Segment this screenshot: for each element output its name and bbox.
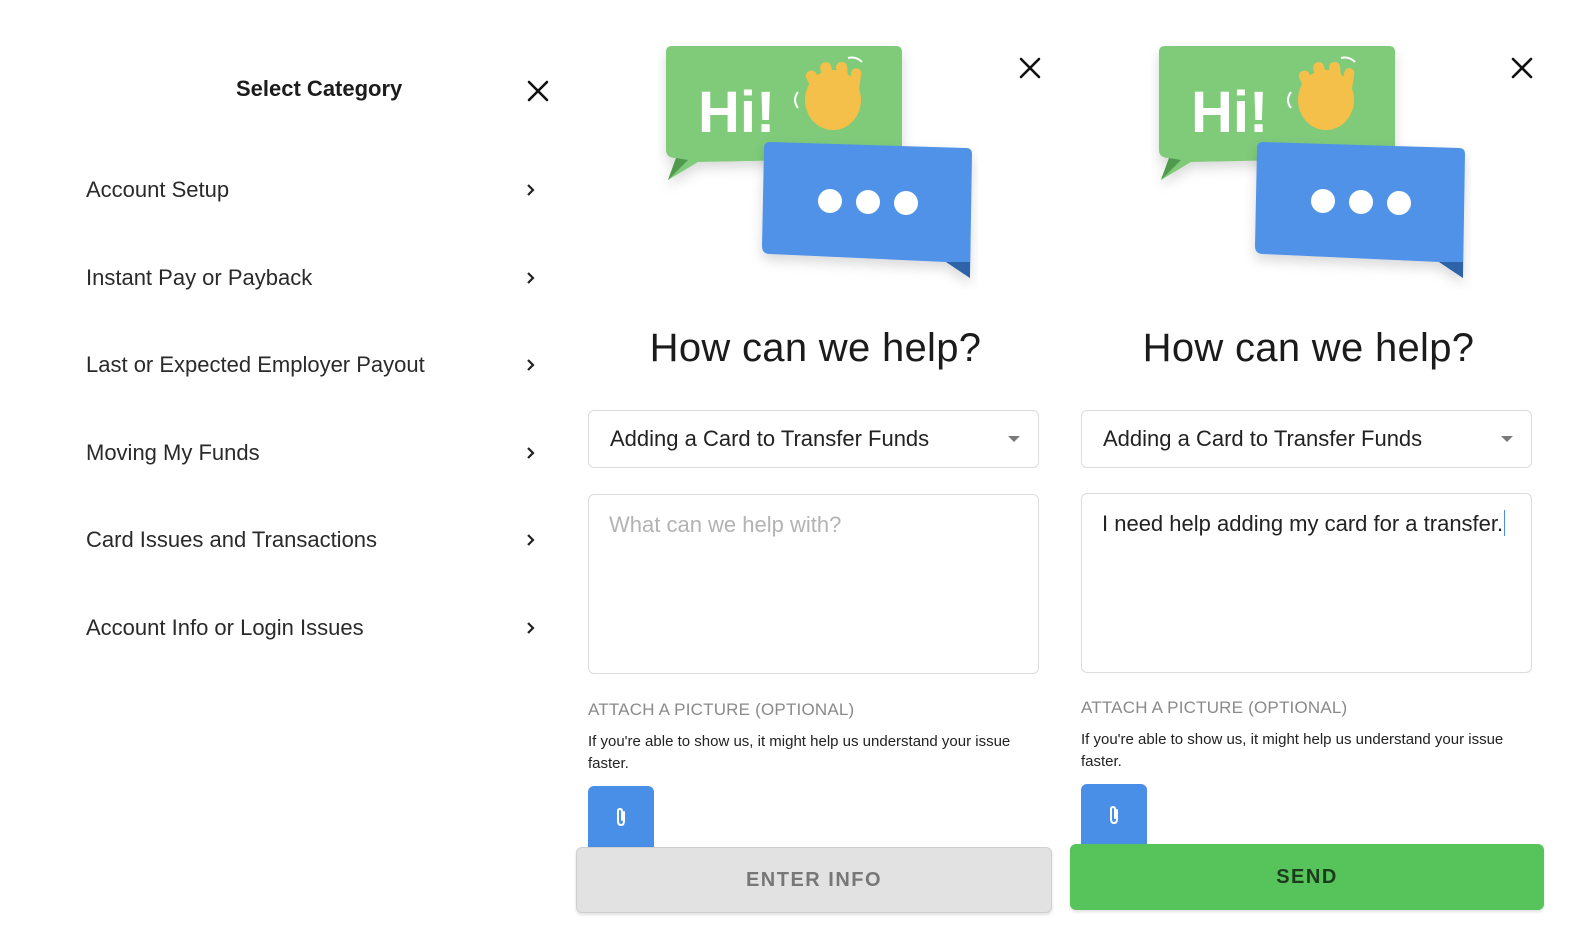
- chevron-right-icon: [527, 359, 535, 371]
- chevron-right-icon: [527, 622, 535, 634]
- attach-label: ATTACH A PICTURE (OPTIONAL): [588, 700, 855, 719]
- chevron-right-icon: [527, 184, 535, 196]
- category-item-employer-payout[interactable]: Last or Expected Employer Payout: [86, 345, 546, 385]
- close-icon[interactable]: [1510, 56, 1534, 80]
- caret-down-icon: [1008, 436, 1020, 442]
- category-item-card-issues[interactable]: Card Issues and Transactions: [86, 520, 546, 560]
- message-value: I need help adding my card for a transfe…: [1102, 511, 1504, 536]
- category-item-login-issues[interactable]: Account Info or Login Issues: [86, 608, 546, 648]
- message-input[interactable]: I need help adding my card for a transfe…: [1081, 493, 1532, 673]
- paperclip-icon: [1110, 805, 1118, 825]
- text-cursor: [1504, 510, 1506, 536]
- category-select[interactable]: Adding a Card to Transfer Funds: [1081, 410, 1532, 468]
- help-form-filled: Hi! How can we help? Adding a Card to Tr…: [1070, 0, 1561, 934]
- category-select-value: Adding a Card to Transfer Funds: [1103, 426, 1423, 451]
- chevron-right-icon: [527, 534, 535, 546]
- close-icon[interactable]: [526, 79, 550, 103]
- category-item-label: Account Info or Login Issues: [86, 615, 364, 640]
- category-item-instant-pay[interactable]: Instant Pay or Payback: [86, 258, 546, 298]
- caret-down-icon: [1501, 436, 1513, 442]
- attach-help-text: If you're able to show us, it might help…: [588, 733, 1011, 772]
- attach-picture-button[interactable]: [1081, 784, 1147, 846]
- close-icon[interactable]: [1018, 56, 1042, 80]
- category-select[interactable]: Adding a Card to Transfer Funds: [588, 410, 1039, 468]
- chat-bubbles-illustration: Hi!: [1159, 46, 1465, 278]
- message-input[interactable]: What can we help with?: [588, 494, 1039, 674]
- attach-picture-button[interactable]: [588, 786, 654, 848]
- category-item-label: Moving My Funds: [86, 440, 260, 465]
- illustration-greeting: Hi!: [698, 80, 775, 145]
- chat-bubbles-illustration: Hi!: [666, 46, 972, 278]
- category-item-label: Last or Expected Employer Payout: [86, 352, 425, 377]
- enter-info-button[interactable]: ENTER INFO: [576, 847, 1052, 913]
- chevron-right-icon: [527, 447, 535, 459]
- message-placeholder: What can we help with?: [609, 512, 842, 537]
- help-form-empty: Hi! How can we help? Adding a Card to Tr…: [576, 0, 1068, 934]
- category-select-value: Adding a Card to Transfer Funds: [610, 426, 930, 451]
- category-item-label: Instant Pay or Payback: [86, 265, 313, 290]
- category-item-label: Card Issues and Transactions: [86, 527, 378, 552]
- send-button[interactable]: SEND: [1070, 844, 1544, 910]
- attach-label: ATTACH A PICTURE (OPTIONAL): [1081, 698, 1348, 717]
- category-item-account-setup[interactable]: Account Setup: [86, 170, 546, 210]
- category-item-moving-funds[interactable]: Moving My Funds: [86, 433, 546, 473]
- page-title: How can we help?: [649, 326, 982, 370]
- paperclip-icon: [617, 807, 625, 827]
- page-title: How can we help?: [1142, 326, 1475, 370]
- category-item-label: Account Setup: [86, 177, 230, 202]
- attach-help-text: If you're able to show us, it might help…: [1081, 731, 1504, 770]
- category-panel-title: Select Category: [236, 76, 403, 101]
- chevron-right-icon: [527, 272, 535, 284]
- illustration-greeting: Hi!: [1191, 80, 1268, 145]
